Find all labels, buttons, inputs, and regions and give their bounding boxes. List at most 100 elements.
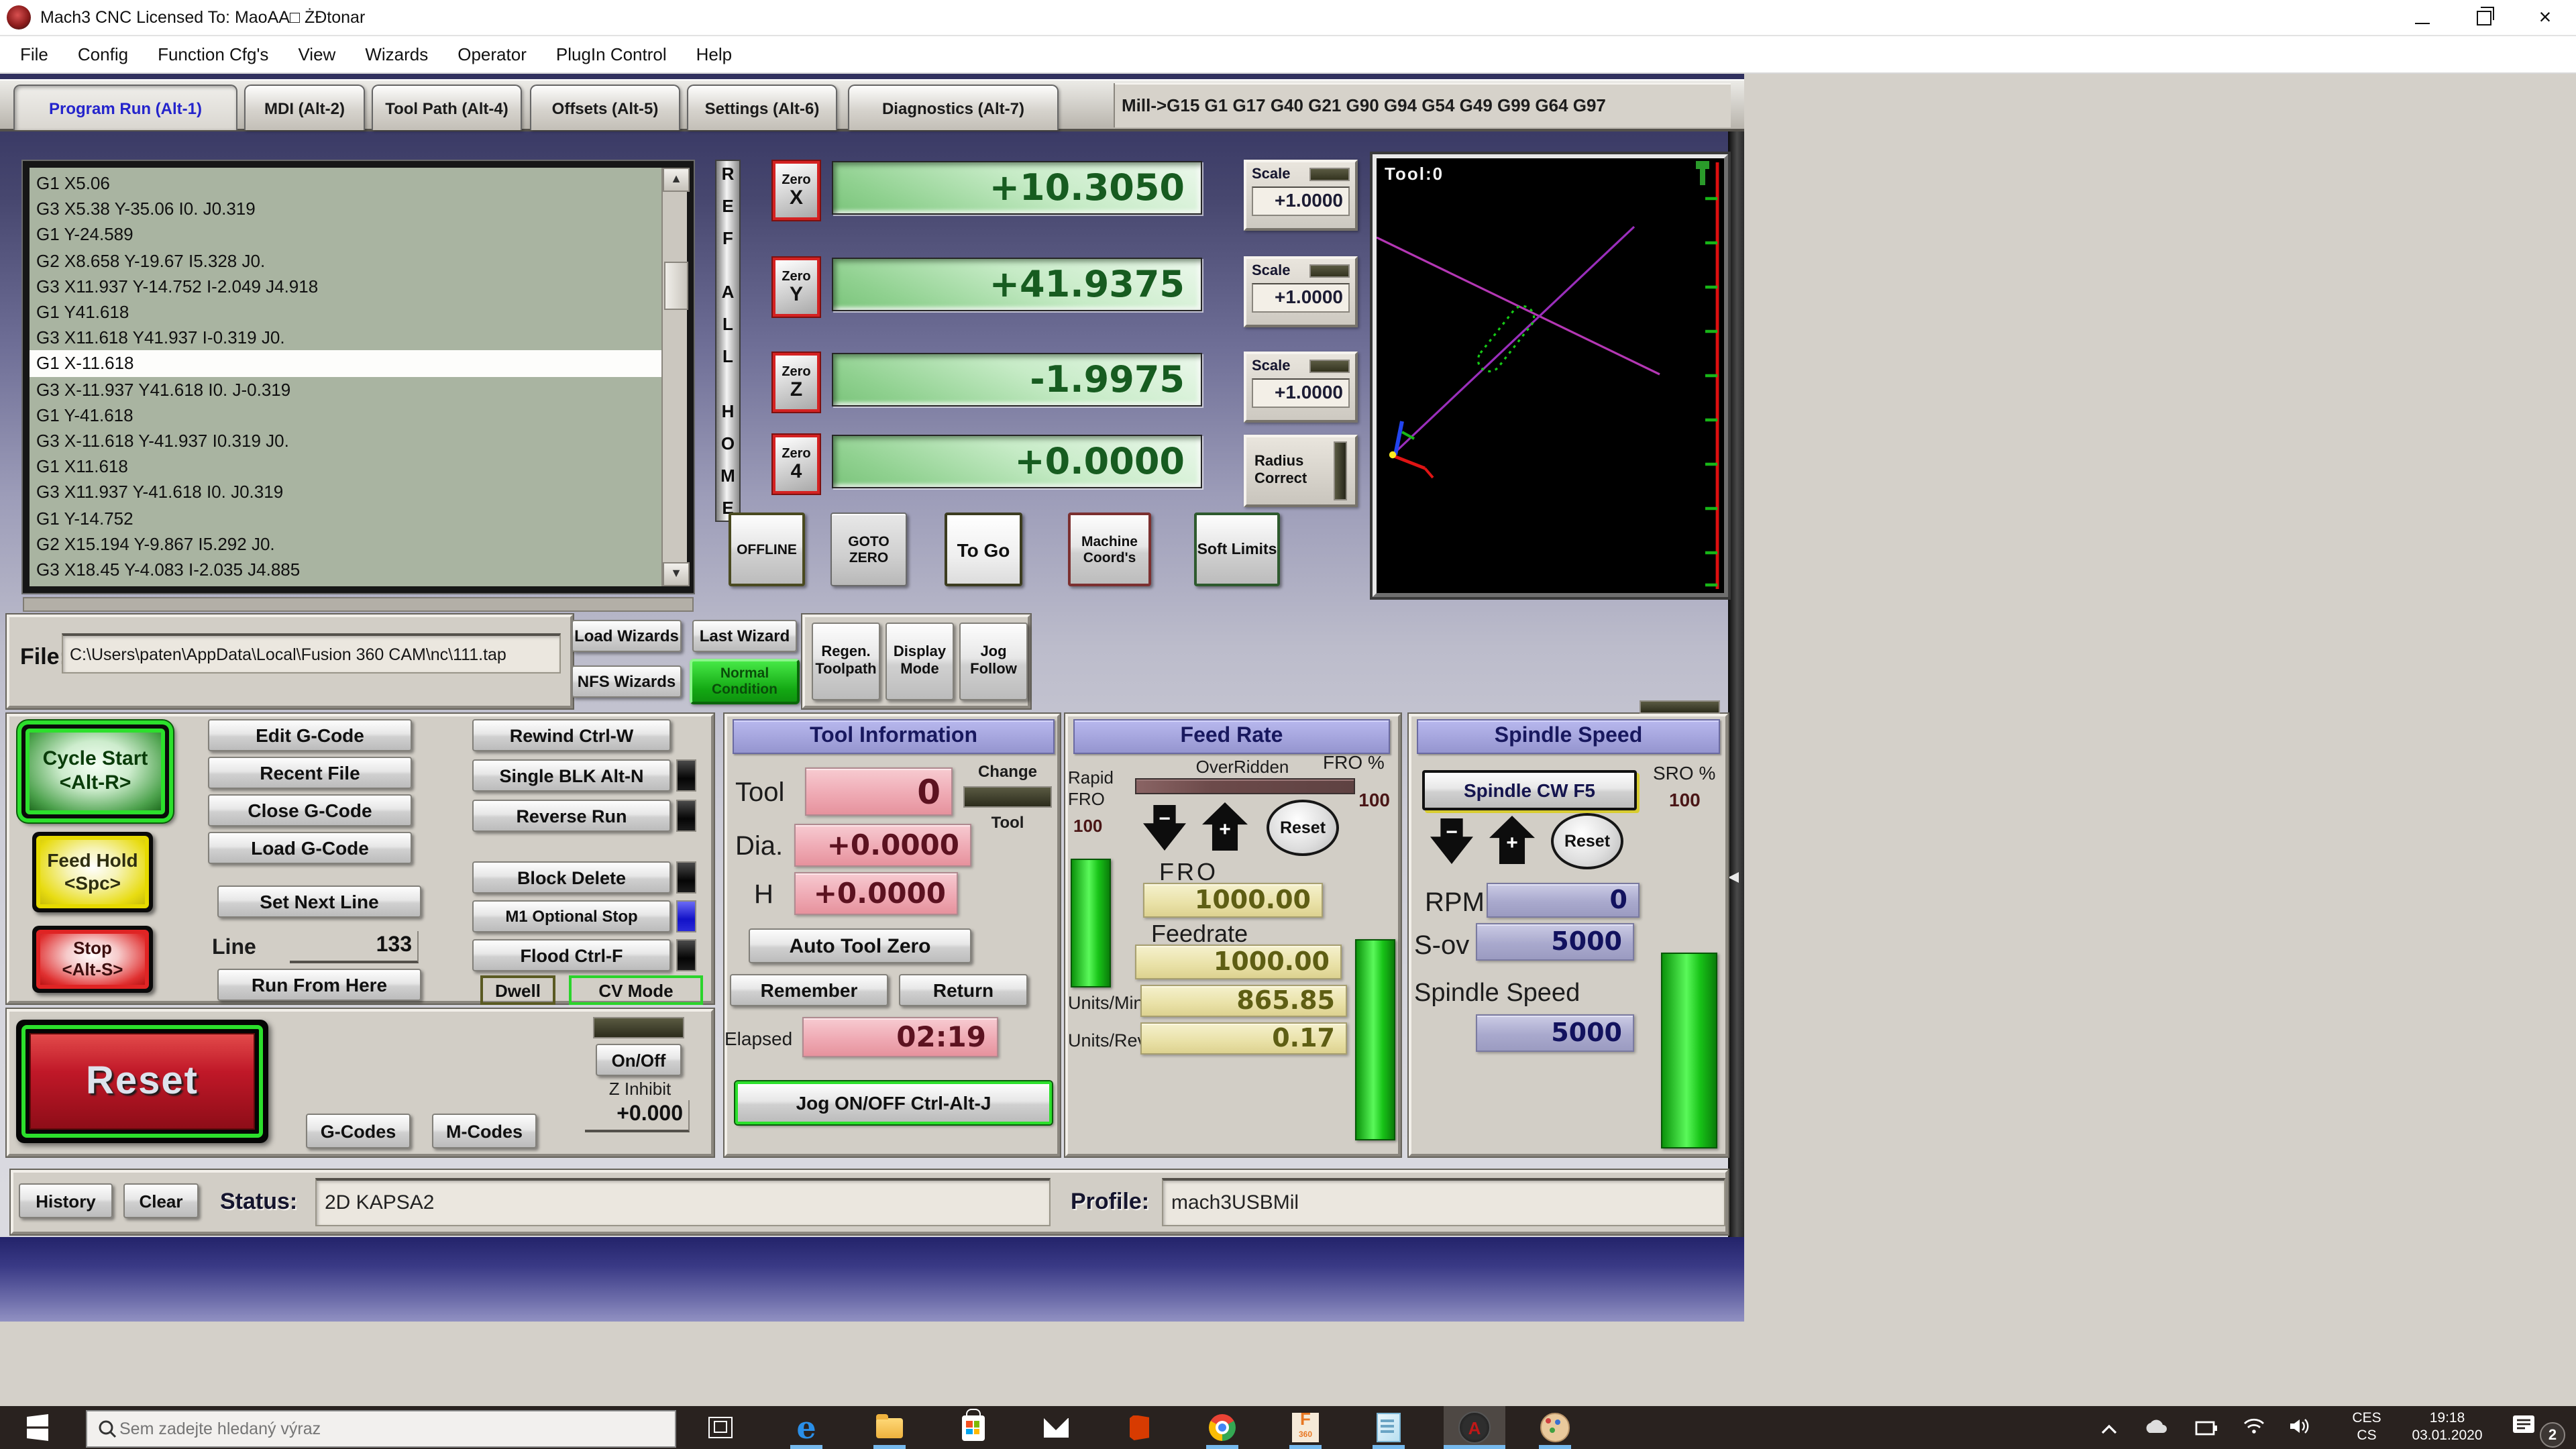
nfs-wizards-button[interactable]: NFS Wizards [572, 665, 682, 698]
z-axis-dro[interactable]: -1.9975 [832, 353, 1202, 407]
toolpath-display[interactable]: Tool:0 [1373, 154, 1728, 597]
menu-function-cfg-s[interactable]: Function Cfg's [143, 36, 283, 73]
zero-z-button[interactable]: ZeroZ [773, 353, 820, 412]
feed-hold-button[interactable]: Feed Hold<Spc> [32, 832, 153, 912]
z-inhibit-value[interactable]: +0.000 [585, 1100, 690, 1132]
regen-toolpath-button[interactable]: Regen. Toolpath [812, 623, 880, 700]
ms-store-icon[interactable] [955, 1410, 990, 1445]
cv-mode-toggle[interactable]: CV Mode [569, 975, 703, 1005]
flood-button[interactable]: Flood Ctrl-F [472, 939, 671, 971]
feedrate-value-field[interactable]: 1000.00 [1135, 945, 1342, 979]
cycle-start-button[interactable]: Cycle Start<Alt-R> [21, 724, 169, 818]
remember-button[interactable]: Remember [730, 974, 888, 1006]
dwell-toggle[interactable]: Dwell [480, 975, 555, 1005]
gcode-hscrollbar[interactable] [23, 597, 694, 612]
gcode-line[interactable]: G1 Y-14.752 [30, 505, 661, 531]
battery-icon[interactable] [2195, 1418, 2219, 1442]
mail-icon[interactable] [1038, 1410, 1073, 1445]
spindle-speed-field[interactable]: 5000 [1476, 1014, 1634, 1052]
wifi-icon[interactable] [2243, 1417, 2265, 1441]
zero-4-button[interactable]: Zero4 [773, 435, 820, 494]
menu-operator[interactable]: Operator [443, 36, 541, 73]
gcode-line[interactable]: G3 X-11.618 Y-41.937 I0.319 J0. [30, 428, 661, 453]
tab-offsets-alt-5-[interactable]: Offsets (Alt-5) [530, 85, 680, 130]
menu-config[interactable]: Config [63, 36, 143, 73]
gcode-line[interactable]: G1 X5.06 [30, 170, 661, 196]
zero-x-button[interactable]: ZeroX [773, 161, 820, 220]
tool-height-field[interactable]: +0.0000 [794, 872, 958, 915]
chrome-icon[interactable] [1205, 1410, 1240, 1445]
z-scale-box[interactable]: Scale +1.0000 [1244, 352, 1358, 423]
fro-reset-button[interactable]: Reset [1267, 800, 1339, 856]
gcode-list[interactable]: G1 X5.06G3 X5.38 Y-35.06 I0. J0.319G1 Y-… [30, 168, 661, 586]
auto-tool-zero-button[interactable]: Auto Tool Zero [749, 928, 971, 963]
radius-correct-button[interactable]: Radius Correct [1244, 435, 1358, 507]
spindle-reset-button[interactable]: Reset [1551, 813, 1623, 869]
x-scale-box[interactable]: Scale +1.0000 [1244, 160, 1358, 231]
display-mode-button[interactable]: Display Mode [885, 623, 954, 700]
file-explorer-icon[interactable] [872, 1410, 907, 1445]
goto-zero-button[interactable]: GOTO ZERO [830, 513, 907, 586]
gcode-line[interactable]: G2 X15.194 Y-9.867 I5.292 J0. [30, 531, 661, 557]
gcode-line[interactable]: G1 Y41.618 [30, 299, 661, 325]
y-axis-dro[interactable]: +41.9375 [832, 258, 1202, 311]
on-off-button[interactable]: On/Off [596, 1044, 682, 1076]
notepad-icon[interactable] [1371, 1410, 1406, 1445]
restore-button[interactable] [2453, 0, 2514, 36]
x-scale-value[interactable]: +1.0000 [1252, 186, 1350, 216]
tab-program-run-alt-1-[interactable]: Program Run (Alt-1) [13, 85, 237, 130]
jog-onoff-button[interactable]: Jog ON/OFF Ctrl-Alt-J [735, 1081, 1052, 1124]
last-wizard-button[interactable]: Last Wizard [692, 620, 797, 652]
rewind-button[interactable]: Rewind Ctrl-W [472, 719, 671, 751]
menu-file[interactable]: File [5, 36, 63, 73]
load-wizards-button[interactable]: Load Wizards [572, 620, 682, 652]
x-axis-dro[interactable]: +10.3050 [832, 161, 1202, 215]
tray-chevron-icon[interactable] [2101, 1419, 2117, 1444]
y-scale-box[interactable]: Scale +1.0000 [1244, 256, 1358, 327]
tab-tool-path-alt-4-[interactable]: Tool Path (Alt-4) [372, 85, 522, 130]
line-number-field[interactable]: 133 [290, 931, 419, 963]
mach3-taskbar-icon[interactable]: A [1457, 1410, 1492, 1445]
notification-icon[interactable] [2512, 1414, 2538, 1445]
change-tool-led[interactable] [963, 786, 1052, 808]
close-button[interactable]: × [2514, 0, 2576, 36]
notification-badge[interactable]: 2 [2540, 1422, 2565, 1448]
gcode-line[interactable]: G1 Y-24.589 [30, 222, 661, 248]
block-delete-button[interactable]: Block Delete [472, 861, 671, 894]
to-go-button[interactable]: To Go [945, 513, 1022, 586]
search-input[interactable] [117, 1418, 632, 1440]
normal-condition-button[interactable]: Normal Condition [690, 659, 800, 704]
load-gcode-button[interactable]: Load G-Code [208, 832, 412, 864]
run-from-here-button[interactable]: Run From Here [217, 969, 421, 1001]
m1-optional-stop-button[interactable]: M1 Optional Stop [472, 900, 671, 932]
z-scale-value[interactable]: +1.0000 [1252, 378, 1350, 408]
gcode-line[interactable]: G3 X5.38 Y-35.06 I0. J0.319 [30, 196, 661, 221]
gcode-line[interactable]: G3 X11.937 Y-41.618 I0. J0.319 [30, 480, 661, 505]
gcode-line[interactable]: G1 X11.618 [30, 453, 661, 479]
return-button[interactable]: Return [899, 974, 1028, 1006]
onedrive-icon[interactable] [2144, 1418, 2168, 1442]
a-axis-dro[interactable]: +0.0000 [832, 435, 1202, 488]
reverse-run-button[interactable]: Reverse Run [472, 800, 671, 832]
edit-gcode-button[interactable]: Edit G-Code [208, 719, 412, 751]
paint-icon[interactable] [1538, 1410, 1572, 1445]
tab-settings-alt-6-[interactable]: Settings (Alt-6) [687, 85, 837, 130]
gcode-scrollbar[interactable]: ▲ ▼ [661, 168, 687, 586]
machine-coords-button[interactable]: Machine Coord's [1068, 513, 1151, 586]
sov-field[interactable]: 5000 [1476, 923, 1634, 961]
tab-mdi-alt-2-[interactable]: MDI (Alt-2) [244, 85, 365, 130]
scroll-up-icon[interactable]: ▲ [663, 168, 690, 192]
fusion360-icon[interactable]: F360 [1288, 1410, 1323, 1445]
gcode-line[interactable]: G3 X-11.937 Y41.618 I0. J-0.319 [30, 376, 661, 402]
fro-value-field[interactable]: 1000.00 [1143, 883, 1323, 918]
close-gcode-button[interactable]: Close G-Code [208, 794, 412, 826]
tool-number-field[interactable]: 0 [805, 767, 953, 816]
soft-limits-button[interactable]: Soft Limits [1194, 513, 1280, 586]
history-button[interactable]: History [19, 1183, 113, 1218]
recent-file-button[interactable]: Recent File [208, 757, 412, 789]
clock[interactable]: 19:1803.01.2020 [2399, 1410, 2496, 1445]
m-codes-button[interactable]: M-Codes [432, 1114, 537, 1148]
menu-view[interactable]: View [283, 36, 350, 73]
stop-button[interactable]: Stop<Alt-S> [32, 926, 153, 993]
gcode-line[interactable]: G3 X11.937 Y-14.752 I-2.049 J4.918 [30, 274, 661, 299]
